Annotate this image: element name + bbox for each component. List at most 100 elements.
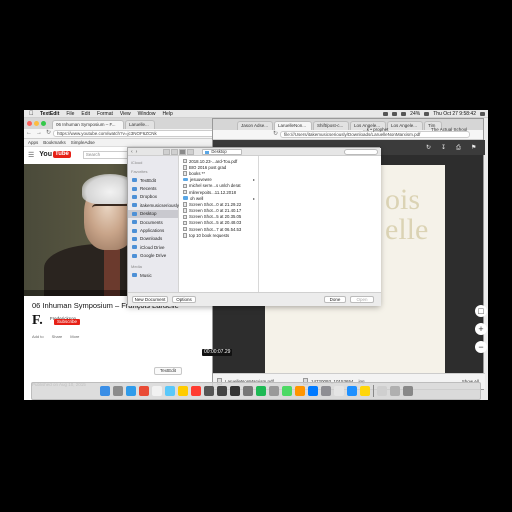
sidebar-item-recents[interactable]: Recents <box>128 184 178 192</box>
word-icon[interactable] <box>346 386 357 396</box>
tab-laruelle-non[interactable]: LaruelleNon... <box>274 121 312 130</box>
dialog-search-input[interactable] <box>344 149 378 155</box>
reload-icon[interactable]: ↻ <box>46 130 51 137</box>
zoom-icon[interactable] <box>41 121 46 126</box>
volume-icon[interactable] <box>401 112 407 116</box>
tab-laruelle[interactable]: Laruelle... <box>125 120 155 129</box>
options-button[interactable]: Options <box>172 296 196 303</box>
bookmark-bookmarks[interactable]: Bookmarks <box>43 140 66 145</box>
file-list-item[interactable]: top 10 book requests <box>179 232 258 238</box>
downloads-stack-icon[interactable] <box>376 386 387 396</box>
pdf-page-text: ois elle <box>385 183 429 246</box>
youtube-logo[interactable]: You Tube <box>39 151 71 158</box>
pdf-reload-icon[interactable]: ↻ <box>273 131 278 138</box>
bookmark-icon[interactable]: ⚑ <box>471 145 477 151</box>
system-preferences-icon[interactable] <box>320 386 331 396</box>
app-7-icon[interactable] <box>229 386 240 396</box>
spotify-icon[interactable] <box>255 386 266 396</box>
close-icon[interactable] <box>27 121 32 126</box>
add-to-button[interactable]: Add to <box>32 334 44 339</box>
photos-icon[interactable] <box>203 386 214 396</box>
menu-window[interactable]: Window <box>138 111 156 117</box>
tab-jason-adse[interactable]: Jason Adse... <box>237 121 273 130</box>
menu-app-name[interactable]: TextEdit <box>40 111 59 117</box>
documents-stack-icon[interactable] <box>389 386 400 396</box>
done-button[interactable]: Done <box>324 296 346 303</box>
pdf-bookmark-prophet[interactable]: ...k • prophet <box>363 127 388 132</box>
rotate-icon[interactable]: ↻ <box>426 145 432 151</box>
pdf-url-input[interactable]: file:///Users/itakemusicseriously/Downlo… <box>280 131 471 138</box>
calendar-icon[interactable] <box>190 386 201 396</box>
finder-icon[interactable] <box>99 386 110 396</box>
notes-icon[interactable] <box>177 386 188 396</box>
open-button[interactable]: Open <box>350 296 374 303</box>
share-button[interactable]: Share <box>52 334 63 339</box>
mail-icon[interactable] <box>151 386 162 396</box>
tab-los-angeles-2[interactable]: Los Angele... <box>387 121 423 130</box>
apple-icon[interactable]:  <box>29 111 35 117</box>
battery-percent[interactable]: 24% <box>410 111 420 117</box>
zoom-in-icon[interactable]: + <box>475 323 487 335</box>
location-popup[interactable]: Desktop <box>202 148 243 155</box>
pdf-bookmark-actual-school[interactable]: The Actual School <box>431 127 467 132</box>
column-view-button[interactable] <box>179 148 187 155</box>
dropbox-icon[interactable] <box>383 112 389 116</box>
menu-hamburger-icon[interactable]: ☰ <box>28 151 34 159</box>
menu-file[interactable]: File <box>66 111 74 117</box>
menu-help[interactable]: Help <box>162 111 172 117</box>
textedit-dock-icon[interactable] <box>333 386 344 396</box>
new-document-button[interactable]: New Document <box>132 296 168 303</box>
sidebar-item-itakemusicseriously[interactable]: itakemusicseriously <box>128 201 179 209</box>
gallery-view-button[interactable] <box>187 148 195 155</box>
sidebar-item-music[interactable]: Music <box>128 271 178 279</box>
download-icon[interactable]: ↧ <box>441 145 447 151</box>
wifi-icon[interactable] <box>392 112 398 116</box>
app-generic-icon[interactable] <box>268 386 279 396</box>
spotlight-icon[interactable] <box>480 112 485 116</box>
forward-arrow-icon[interactable]: → <box>36 130 42 137</box>
menu-format[interactable]: Format <box>97 111 113 117</box>
launchpad-icon[interactable] <box>112 386 123 396</box>
back-arrow-icon[interactable]: ← <box>26 130 32 137</box>
sidebar-item-icloud-drive[interactable]: iCloud Drive <box>128 243 178 251</box>
tab-youtube-video[interactable]: 06 Inhuman Symposium – F... <box>52 120 124 129</box>
sidebar-item-downloads[interactable]: Downloads <box>128 235 178 243</box>
sidebar-item-dropbox[interactable]: Dropbox <box>128 193 178 201</box>
dialog-back-icon[interactable]: ‹ <box>131 149 133 155</box>
app-yellow-icon[interactable] <box>359 386 370 396</box>
dialog-forward-icon[interactable]: › <box>136 149 138 155</box>
sidebar-item-google-drive[interactable]: Google Drive <box>128 252 178 260</box>
sidebar-item-textedit[interactable]: TextEdit <box>128 176 178 184</box>
fit-page-icon[interactable]: □ <box>475 305 487 317</box>
battery-icon[interactable] <box>424 112 430 116</box>
sidebar-item-applications[interactable]: Applications <box>128 226 178 234</box>
facetime-icon[interactable] <box>281 386 292 396</box>
youtube-url-input[interactable]: https://www.youtube.com/watch?v=jc3NOF6Z… <box>53 130 234 137</box>
sidebar-item-documents[interactable]: Documents <box>128 218 178 226</box>
messages-icon[interactable] <box>164 386 175 396</box>
print-icon[interactable]: ⎙ <box>456 145 462 151</box>
zoom-out-icon[interactable]: − <box>475 341 487 353</box>
tab-shift-post[interactable]: Shift/post-c... <box>313 121 349 130</box>
bookmark-simpleadse[interactable]: SimpleAdse <box>71 140 95 145</box>
bookmark-apps[interactable]: Apps <box>28 140 38 145</box>
app-orange-icon[interactable] <box>294 386 305 396</box>
channel-logo[interactable]: F. <box>32 314 46 328</box>
sidebar-item-desktop[interactable]: Desktop <box>128 209 178 218</box>
menu-edit[interactable]: Edit <box>81 111 90 117</box>
trash-icon[interactable] <box>402 386 413 396</box>
list-view-button[interactable] <box>171 148 179 155</box>
chrome-icon[interactable] <box>138 386 149 396</box>
subscribe-button[interactable]: Subscribe <box>54 319 81 325</box>
app-5-icon[interactable] <box>216 386 227 396</box>
app-store-icon[interactable] <box>307 386 318 396</box>
more-button[interactable]: More <box>70 334 79 339</box>
icon-view-button[interactable] <box>163 148 171 155</box>
safari-icon[interactable] <box>125 386 136 396</box>
live-icon[interactable] <box>242 386 253 396</box>
menu-clock[interactable]: Thu Oct 27 9:58:42 <box>433 111 476 117</box>
minimize-icon[interactable] <box>34 121 39 126</box>
folder-icon <box>132 203 137 208</box>
textedit-button[interactable]: TextEdit <box>154 367 182 375</box>
menu-view[interactable]: View <box>120 111 131 117</box>
